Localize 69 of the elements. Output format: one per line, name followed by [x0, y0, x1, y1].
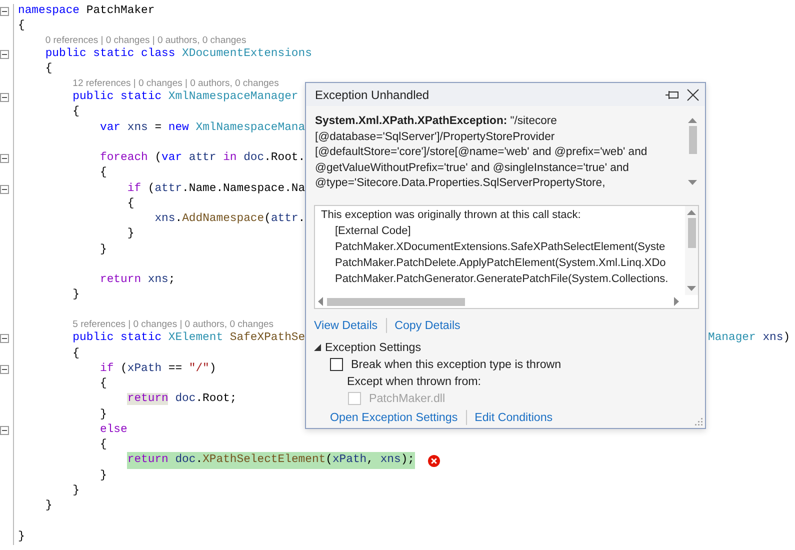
collapse-icon[interactable]: [0, 426, 9, 435]
code-line: {: [100, 166, 107, 182]
code-line: else: [100, 422, 128, 438]
scrollbar-thumb[interactable]: [688, 126, 696, 154]
stack-frame[interactable]: PatchMaker.XDocumentExtensions.SafeXPathSelectElement(Syste: [321, 239, 685, 255]
code-line: }: [45, 498, 52, 514]
collapse-icon[interactable]: [0, 154, 9, 164]
checkbox-label[interactable]: Break when this exception type is thrown: [351, 356, 562, 373]
collapse-icon[interactable]: [0, 7, 9, 16]
scroll-down-icon[interactable]: [687, 286, 696, 291]
details-link[interactable]: Edit Conditions: [474, 409, 553, 426]
scroll-down-icon[interactable]: [688, 180, 697, 185]
except-label: Except when thrown from:: [347, 375, 482, 388]
checkbox[interactable]: [330, 358, 343, 371]
popup-title: Exception Unhandled: [315, 86, 430, 104]
code-line: }: [18, 530, 25, 545]
code-line: if (attr.Name.Namespace.Na: [127, 182, 306, 197]
details-link[interactable]: Open Exception Settings: [330, 409, 458, 426]
code-line: namespace PatchMaker: [18, 4, 155, 20]
codelens-info[interactable]: 12 references | 0 changes | 0 authors, 0 changes: [72, 76, 279, 91]
code-line: {: [127, 196, 134, 212]
stack-frame[interactable]: [External Code]: [321, 223, 685, 239]
code-line: }: [100, 468, 107, 484]
code-line: {: [18, 18, 25, 34]
scroll-up-icon[interactable]: [688, 118, 697, 123]
code-line: }: [100, 408, 107, 423]
resize-grip-icon[interactable]: [695, 418, 703, 426]
code-line: {: [45, 62, 52, 78]
code-line: var xns = new XmlNamespaceMana: [100, 120, 306, 136]
code-line: public static class XDocumentExtensions: [45, 46, 312, 62]
stack-frame[interactable]: PatchMaker.PatchDelete.ApplyPatchElement(System.Xml.Linq.XDo: [321, 255, 685, 271]
settings-heading[interactable]: Exception Settings: [325, 339, 422, 356]
code-line: }: [72, 484, 80, 499]
collapse-icon[interactable]: [0, 334, 9, 344]
collapse-icon[interactable]: [0, 93, 9, 102]
code-line: foreach (var attr in doc.Root.: [100, 150, 306, 166]
code-line: if (xPath == "/"): [100, 362, 216, 377]
code-line: {: [72, 104, 80, 120]
code-line: {: [72, 346, 80, 362]
scroll-up-icon[interactable]: [687, 210, 696, 215]
details-link[interactable]: View Details: [314, 317, 378, 334]
code-line: return doc.Root;: [127, 392, 237, 408]
checkbox-label: PatchMaker.dll: [369, 391, 446, 407]
pin-icon[interactable]: [665, 90, 679, 100]
details-link[interactable]: Copy Details: [394, 317, 460, 334]
code-line: {: [100, 376, 107, 392]
code-line: public static XmlNamespaceManager: [72, 90, 298, 106]
collapse-icon[interactable]: [0, 364, 9, 374]
code-line: }: [127, 226, 134, 242]
code-line: }: [72, 288, 80, 304]
expanded-triangle-icon[interactable]: [314, 344, 321, 351]
collapse-icon[interactable]: [0, 50, 9, 60]
code-line: Manager xns): [708, 330, 790, 346]
stack-frame[interactable]: PatchMaker.PatchGenerator.GeneratePatchFile(System.Collections.: [321, 271, 685, 287]
scrollbar-thumb[interactable]: [327, 298, 465, 306]
code-line: xns.AddNamespace(attr.: [154, 212, 306, 228]
code-line: {: [100, 438, 107, 454]
exception-message: System.Xml.XPath.XPathException: "/sitecore [@database='SqlServer']/PropertyStoreProvider [@defaultStore='core']/store[@name='web' and @prefix='web' and @getValueWithoutPrefix='true' and @singleInstance='true' and @type='Sitecore.Data.Properties.SqlServerPropertyStore,: [315, 114, 648, 192]
scrollbar-thumb[interactable]: [688, 218, 696, 248]
scroll-left-icon[interactable]: [318, 297, 323, 306]
codelens-info[interactable]: 0 references | 0 changes | 0 authors, 0 changes: [45, 34, 246, 48]
collapse-icon[interactable]: [0, 184, 9, 194]
scroll-right-icon[interactable]: [674, 297, 679, 306]
codelens-info[interactable]: 5 references | 0 changes | 0 authors, 0 changes: [72, 318, 274, 332]
code-line: public static XElement SafeXPathSe: [72, 330, 306, 346]
close-icon[interactable]: [687, 88, 699, 100]
call-stack-heading: This exception was originally thrown at this call stack:: [321, 208, 582, 223]
code-line: }: [100, 242, 107, 258]
code-line: return xns;: [100, 273, 176, 288]
